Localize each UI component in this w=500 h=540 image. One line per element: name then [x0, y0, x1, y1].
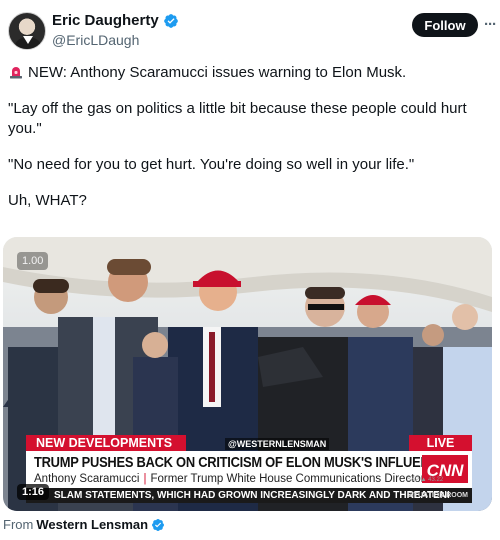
- author-name[interactable]: Eric Daugherty: [52, 12, 159, 29]
- verified-badge-icon: [152, 518, 165, 531]
- video-time: 1:16: [17, 484, 50, 500]
- source-attribution: From Western Lensman: [3, 517, 165, 532]
- source-name[interactable]: Western Lensman: [36, 517, 148, 532]
- post-header: Eric Daugherty @EricLDaugh Follow ···: [8, 10, 498, 50]
- post-line-1-text: NEW: Anthony Scaramucci issues warning t…: [28, 64, 407, 81]
- chyron-headline: TRUMP PUSHES BACK ON CRITICISM OF ELON M…: [34, 454, 447, 471]
- ticker-text: SLAM STATEMENTS, WHICH HAD GROWN INCREAS…: [54, 490, 450, 501]
- post-line-2: "Lay off the gas on politics a little bi…: [8, 100, 467, 137]
- speaker-separator: |: [143, 473, 147, 485]
- author-handle[interactable]: @EricLDaugh: [52, 32, 139, 48]
- market-badge: S&P ▲ 43.22: [407, 477, 444, 483]
- post-line-4: Uh, WHAT?: [8, 192, 87, 209]
- news-ticker: SLAM STATEMENTS, WHICH HAD GROWN INCREAS…: [26, 488, 472, 503]
- video-player[interactable]: 1.00 NEW DEVELOPMENTS @WESTERNLENSMAN LI…: [3, 237, 492, 511]
- chyron-live: LIVE: [409, 435, 472, 451]
- source-label: From: [3, 517, 34, 532]
- ticker-tag: SITUATION ROOM: [407, 492, 468, 499]
- verified-badge-icon: [163, 13, 178, 28]
- post-body: NEW: Anthony Scaramucci issues warning t…: [8, 63, 492, 227]
- follow-button[interactable]: Follow: [412, 13, 478, 37]
- author-avatar[interactable]: [8, 12, 46, 50]
- speed-badge[interactable]: 1.00: [17, 252, 49, 270]
- chyron-main: TRUMP PUSHES BACK ON CRITICISM OF ELON M…: [26, 451, 472, 488]
- more-dots-icon[interactable]: ···: [482, 14, 498, 34]
- author-name-row[interactable]: Eric Daugherty: [52, 12, 179, 29]
- siren-emoji-icon: [10, 67, 22, 79]
- chyron-kicker: NEW DEVELOPMENTS: [26, 435, 186, 451]
- speaker-name: Anthony Scaramucci: [34, 473, 140, 485]
- speaker-title: Former Trump White House Communications …: [150, 473, 425, 485]
- chyron-watermark: @WESTERNLENSMAN: [225, 438, 330, 450]
- chyron-subline: Anthony Scaramucci | Former Trump White Ho…: [34, 473, 425, 485]
- post-line-3: "No need for you to get hurt. You're doi…: [8, 156, 415, 173]
- post-line-1: NEW: Anthony Scaramucci issues warning t…: [8, 63, 492, 83]
